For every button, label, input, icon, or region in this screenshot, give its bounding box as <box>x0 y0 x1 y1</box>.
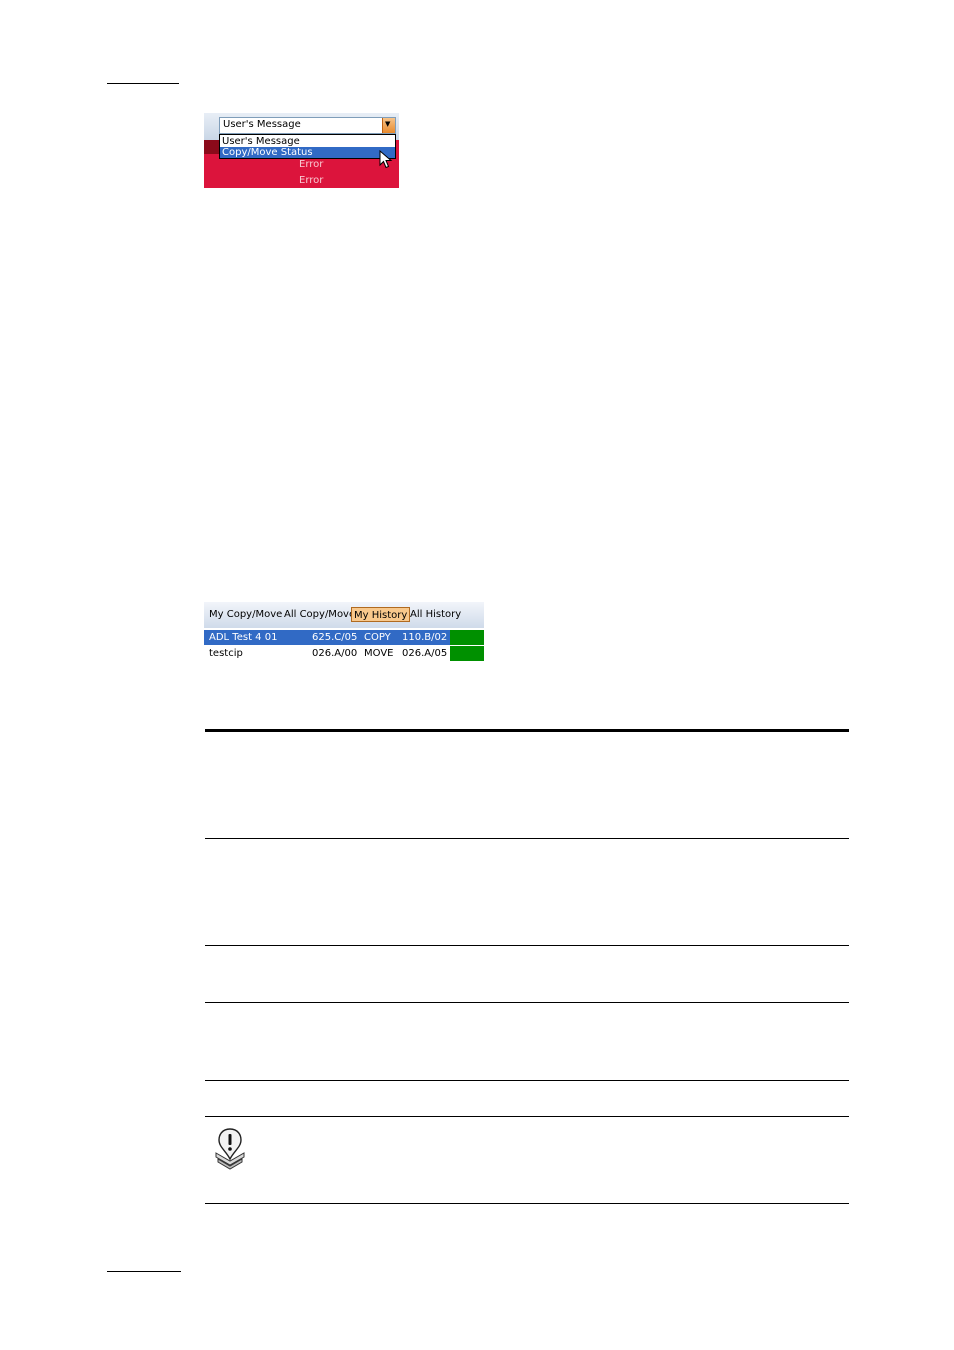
history-tab-bar: My Copy/Move All Copy/Move My History Al… <box>204 602 484 628</box>
combobox-dropdown-button[interactable]: ▼ <box>382 118 395 133</box>
dropdown-list: User's Message Copy/Move Status <box>219 134 396 159</box>
header-rule <box>107 83 179 84</box>
action-cell: COPY <box>364 632 391 643</box>
source-cell: 026.A/00 <box>312 648 358 659</box>
clip-name-cell: testcip <box>209 648 243 659</box>
chevron-down-icon: ▼ <box>385 120 391 128</box>
table-top-rule <box>205 729 849 732</box>
table-bottom-rule <box>205 1080 849 1081</box>
destination-cell: 110.B/02 <box>402 632 448 643</box>
table-row-divider <box>205 838 849 839</box>
clip-name-cell: ADL Test 4 01 <box>209 632 278 643</box>
status-indicator <box>450 630 484 645</box>
dropdown-option-users-message[interactable]: User's Message <box>220 136 395 147</box>
note-top-rule <box>205 1116 849 1117</box>
dropdown-screenshot: User's Message ▼ User's Message Copy/Mov… <box>204 113 399 188</box>
error-row-text: Error <box>299 159 324 170</box>
action-cell: MOVE <box>364 648 394 659</box>
note-exclamation-icon <box>215 1128 245 1170</box>
source-cell: 625.C/05 <box>312 632 358 643</box>
table-row-divider <box>205 1002 849 1003</box>
destination-cell: 026.A/05 <box>402 648 448 659</box>
history-screenshot: My Copy/Move All Copy/Move My History Al… <box>204 602 484 663</box>
error-row-text: Error <box>299 175 324 186</box>
mouse-pointer-icon <box>379 150 393 169</box>
tab-all-history[interactable]: All History <box>408 607 463 622</box>
tab-my-copy-move[interactable]: My Copy/Move <box>207 607 284 622</box>
table-row-divider <box>205 945 849 946</box>
tab-all-copy-move[interactable]: All Copy/Move <box>282 607 357 622</box>
combobox-selected-value: User's Message <box>223 119 301 130</box>
note-bottom-rule <box>205 1203 849 1204</box>
dark-row-strip <box>204 140 220 154</box>
dropdown-option-copy-move-status[interactable]: Copy/Move Status <box>220 147 395 158</box>
table-row[interactable]: ADL Test 4 01 625.C/05 COPY 110.B/02 <box>204 630 484 645</box>
tab-my-history[interactable]: My History <box>351 607 411 622</box>
message-type-combobox[interactable]: User's Message ▼ <box>219 117 396 134</box>
footer-rule <box>107 1271 181 1272</box>
status-indicator <box>450 646 484 661</box>
table-row[interactable]: testcip 026.A/00 MOVE 026.A/05 <box>204 646 484 661</box>
